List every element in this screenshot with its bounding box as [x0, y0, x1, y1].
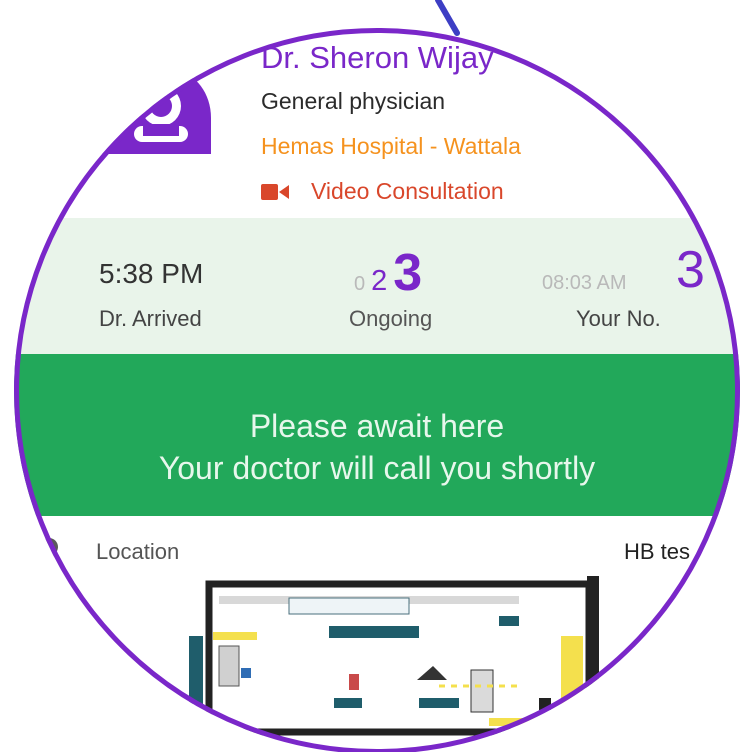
- queue-prev-number: 0: [354, 273, 366, 295]
- ongoing-label: Ongoing: [349, 306, 433, 331]
- doctor-specialty: General physician: [261, 88, 446, 114]
- your-number-label: Your No.: [576, 306, 661, 331]
- arrival-label: Dr. Arrived: [99, 306, 202, 331]
- location-value: HB tes: [624, 539, 691, 564]
- consultation-type-label: Video Consultation: [311, 178, 504, 204]
- hospital-name: Hemas Hospital - Wattala: [261, 133, 521, 159]
- doctor-name: Dr. Sheron Wijay: [261, 40, 494, 75]
- your-number: 3: [676, 241, 705, 299]
- await-line-2: Your doctor will call you shortly: [158, 450, 596, 486]
- magnified-view: Dr. Sheron Wijay General physician Hemas…: [14, 28, 740, 752]
- location-label: Location: [96, 539, 180, 564]
- appointment-time: 08:03 AM: [542, 272, 627, 294]
- zoomed-screenshot: Dr. Sheron Wijay General physician Hemas…: [0, 0, 747, 752]
- location-pin-icon: [40, 538, 58, 562]
- queue-counter: 0 2 3: [354, 243, 422, 303]
- await-banner: Please await here Your doctor will call …: [14, 354, 740, 516]
- arrival-time: 5:38 PM: [99, 258, 204, 289]
- await-line-1: Please await here: [249, 408, 505, 444]
- doctor-avatar-icon: [99, 66, 211, 154]
- consultation-type: Video Consultation: [261, 178, 504, 205]
- queue-current-number: 3: [393, 244, 423, 302]
- floor-plan-map[interactable]: [189, 576, 599, 736]
- queue-mid-number: 2: [371, 265, 388, 297]
- video-camera-icon: [261, 183, 289, 200]
